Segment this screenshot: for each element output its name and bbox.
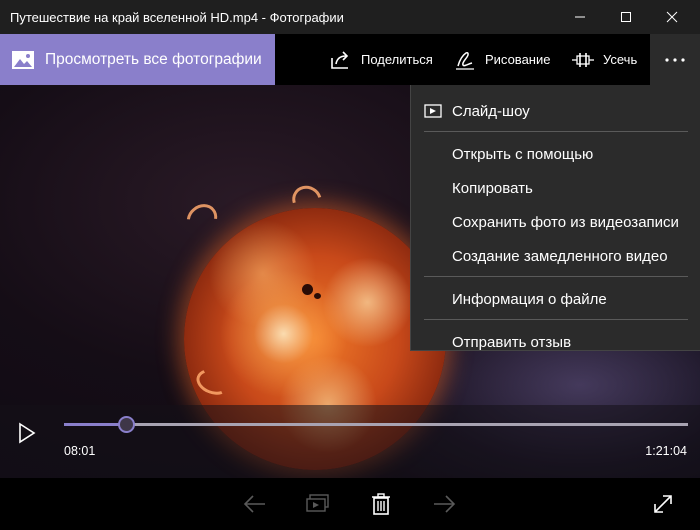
play-icon[interactable] [14, 421, 38, 445]
window-title: Путешествие на край вселенной HD.mp4 - Ф… [10, 9, 344, 25]
playback-controls: 08:01 1:21:04 [0, 405, 700, 478]
maximize-icon [621, 12, 631, 22]
menu-item-label: Создание замедленного видео [452, 247, 668, 265]
trim-icon [572, 52, 594, 67]
photos-icon [12, 50, 34, 69]
minimize-icon [575, 16, 585, 18]
menu-item-label: Открыть с помощью [452, 145, 594, 163]
menu-separator [424, 319, 688, 320]
menu-item-label: Слайд-шоу [452, 102, 530, 120]
close-icon [666, 11, 678, 23]
forward-arrow-icon [434, 495, 456, 513]
view-all-photos-label: Просмотреть все фотографии [45, 50, 262, 68]
delete-icon [372, 493, 390, 515]
back-arrow-icon [243, 495, 265, 513]
toolbar: Просмотреть все фотографии Поделиться Ри… [0, 34, 700, 85]
menu-item-label: Сохранить фото из видеозаписи [452, 213, 679, 231]
share-icon [331, 50, 349, 69]
menu-separator [424, 276, 688, 277]
menu-separator [424, 131, 688, 132]
menu-item-label: Отправить отзыв [452, 333, 572, 351]
view-all-photos-button[interactable]: Просмотреть все фотографии [0, 34, 275, 85]
menu-item-slideshow[interactable]: Слайд-шоу [411, 94, 700, 128]
more-options-button[interactable] [650, 34, 700, 85]
next-button[interactable] [424, 478, 464, 530]
current-time: 08:01 [64, 444, 96, 458]
more-options-menu: Слайд-шоу Открыть с помощью Копировать С… [410, 85, 700, 351]
seek-progress [64, 423, 126, 426]
sunspot [314, 293, 321, 299]
fullscreen-icon [654, 495, 672, 513]
fullscreen-button[interactable] [643, 478, 683, 530]
menu-item-file-info[interactable]: Информация о файле [411, 282, 700, 316]
slideshow-button[interactable] [298, 478, 338, 530]
total-time: 1:21:04 [645, 444, 687, 458]
maximize-button[interactable] [603, 0, 649, 34]
draw-button[interactable]: Рисование [454, 34, 550, 85]
menu-item-copy[interactable]: Копировать [411, 171, 700, 205]
title-bar: Путешествие на край вселенной HD.mp4 - Ф… [0, 0, 700, 34]
bottom-bar [0, 478, 700, 530]
menu-item-slow-motion[interactable]: Создание замедленного видео [411, 239, 700, 273]
share-label: Поделиться [361, 52, 433, 67]
delete-button[interactable] [361, 478, 401, 530]
share-button[interactable]: Поделиться [330, 34, 433, 85]
solar-flare [180, 197, 224, 241]
trim-label: Усечь [603, 52, 638, 67]
slideshow-icon [306, 494, 329, 512]
trim-button[interactable]: Усечь [572, 34, 637, 85]
seek-thumb[interactable] [117, 416, 135, 433]
menu-item-label: Копировать [452, 179, 533, 197]
sunspot [302, 284, 313, 295]
draw-icon [456, 51, 474, 70]
previous-button[interactable] [235, 478, 275, 530]
seek-bar[interactable] [64, 416, 688, 433]
menu-item-open-with[interactable]: Открыть с помощью [411, 137, 700, 171]
menu-item-save-frame[interactable]: Сохранить фото из видеозаписи [411, 205, 700, 239]
minimize-button[interactable] [557, 0, 603, 34]
draw-label: Рисование [485, 52, 551, 67]
slideshow-icon [424, 104, 442, 118]
more-dots-icon [665, 57, 685, 62]
menu-item-label: Информация о файле [452, 290, 607, 308]
menu-item-feedback[interactable]: Отправить отзыв [411, 325, 700, 351]
close-button[interactable] [649, 0, 695, 34]
